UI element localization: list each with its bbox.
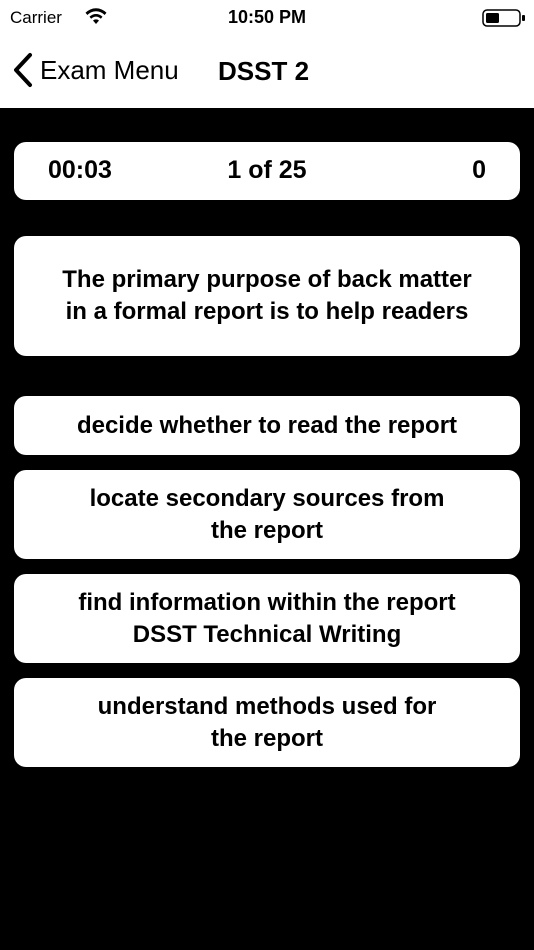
battery-icon <box>482 9 525 27</box>
question-line: in a formal report is to help readers <box>65 298 469 325</box>
clock-time: 10:50 PM <box>227 7 307 27</box>
answer-text: understand methods used for the report <box>98 691 437 755</box>
navigation-bar: Exam Menu DSST 2 <box>0 36 534 108</box>
answer-line: the report <box>210 724 323 752</box>
chevron-left-icon <box>14 53 32 87</box>
answer-option-4[interactable]: understand methods used for the report <box>14 678 520 767</box>
answer-line: decide whether to read the report <box>76 411 458 439</box>
answer-line: find information within the report <box>78 588 456 616</box>
question-progress: 1 of 25 <box>227 156 307 184</box>
answer-text: find information within the report DSST … <box>78 587 455 651</box>
answer-line: DSST Technical Writing <box>132 620 402 648</box>
answer-text: locate secondary sources from the report <box>90 483 445 547</box>
score: 0 <box>472 156 486 184</box>
status-bar: Carrier 10:50 PM <box>0 0 534 36</box>
exam-stats-card: 00:03 1 of 25 0 <box>14 142 520 200</box>
answer-option-1[interactable]: decide whether to read the report <box>14 396 520 455</box>
page-title: DSST 2 <box>218 56 310 86</box>
question-text: The primary purpose of back matter in a … <box>62 264 471 328</box>
back-button[interactable]: Exam Menu <box>12 50 179 90</box>
question-card: The primary purpose of back matter in a … <box>14 236 520 356</box>
question-line: The primary purpose of back matter <box>62 266 472 293</box>
answer-line: understand methods used for <box>97 692 437 720</box>
answer-option-2[interactable]: locate secondary sources from the report <box>14 470 520 559</box>
answer-text: decide whether to read the report <box>77 410 457 442</box>
answer-option-3[interactable]: find information within the report DSST … <box>14 574 520 663</box>
back-button-label: Exam Menu <box>40 54 179 85</box>
answer-line: the report <box>210 516 323 544</box>
answer-line: locate secondary sources from <box>89 484 445 512</box>
